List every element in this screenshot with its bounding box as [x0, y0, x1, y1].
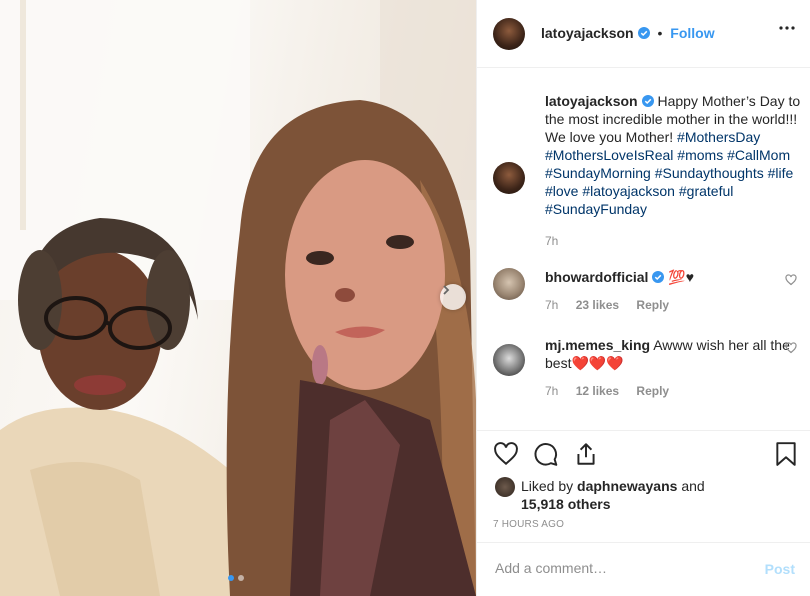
hashtag-link[interactable]: #grateful [679, 183, 733, 199]
comment-input[interactable] [493, 559, 747, 577]
hashtag-link[interactable]: #Sundaythoughts [655, 165, 764, 181]
hashtag-link[interactable]: #CallMom [727, 147, 790, 163]
liked-by-label: Liked by [521, 478, 574, 494]
reply-button[interactable]: Reply [636, 298, 669, 312]
share-icon[interactable] [573, 441, 599, 467]
comment-meta: 7h 23 likes Reply [545, 296, 803, 314]
hashtag-link[interactable]: #love [545, 183, 578, 199]
post-timestamp[interactable]: 7 HOURS AGO [493, 519, 564, 530]
post-comment-button[interactable]: Post [765, 561, 795, 577]
verified-badge-icon [641, 95, 654, 107]
commenter-avatar[interactable] [493, 344, 525, 376]
author-username[interactable]: latoyajackson [541, 25, 634, 41]
carousel-dot-2 [238, 575, 244, 581]
comment-time[interactable]: 7h [545, 384, 558, 398]
hashtag-link[interactable]: #SundayMorning [545, 165, 651, 181]
caption-avatar[interactable] [493, 162, 525, 194]
caption-meta: 7h [545, 232, 803, 250]
verified-badge-icon [637, 27, 650, 39]
heart-icon[interactable] [785, 274, 797, 286]
instagram-post: latoyajackson • Follow latoyajackson Hap… [0, 0, 810, 596]
carousel-indicator [228, 575, 244, 581]
carousel-dot-1 [228, 575, 234, 581]
post-photo[interactable] [0, 0, 476, 596]
comment-meta: 7h 12 likes Reply [545, 382, 803, 400]
reply-button[interactable]: Reply [636, 384, 669, 398]
comment-item: bhowardofficial 💯♥ 7h 23 likes Reply [493, 268, 803, 314]
comment-item: mj.memes_king Awww wish her all the best… [493, 336, 803, 400]
heart-icon[interactable] [493, 441, 519, 467]
verified-badge-icon [652, 271, 665, 283]
author-avatar[interactable] [493, 18, 525, 50]
more-icon[interactable] [779, 26, 795, 30]
liker-avatar[interactable] [495, 477, 515, 497]
post-header: latoyajackson • Follow [477, 0, 810, 68]
heart-icon[interactable] [785, 342, 797, 354]
liked-and-label: and [681, 478, 705, 494]
comment-time[interactable]: 7h [545, 298, 558, 312]
caption: latoyajackson Happy Mother’s Day to the … [493, 92, 803, 250]
comment-icon[interactable] [533, 441, 559, 467]
bookmark-icon[interactable] [775, 441, 797, 467]
caption-username[interactable]: latoyajackson [545, 93, 638, 109]
hashtag-link[interactable]: #SundayFunday [545, 201, 647, 217]
post-actions: Liked by daphnewayans and 15,918 others … [477, 430, 810, 543]
follow-button[interactable]: Follow [670, 25, 714, 41]
comment-text: 💯♥ [668, 269, 695, 285]
hashtag-link[interactable]: #moms [677, 147, 723, 163]
liker-username[interactable]: daphnewayans [577, 478, 677, 494]
separator-dot: • [657, 25, 663, 41]
comments-area: latoyajackson Happy Mother’s Day to the … [493, 92, 803, 400]
commenter-username[interactable]: bhowardofficial [545, 269, 648, 285]
comment-likes[interactable]: 12 likes [576, 384, 619, 398]
photo-illustration [0, 0, 476, 596]
likes-count[interactable]: 15,918 others [521, 496, 611, 512]
hashtag-link[interactable]: #latoyajackson [582, 183, 675, 199]
likes-summary: Liked by daphnewayans and 15,918 others [495, 477, 705, 513]
caption-time[interactable]: 7h [545, 234, 558, 248]
commenter-username[interactable]: mj.memes_king [545, 337, 650, 353]
hashtag-link[interactable]: #life [768, 165, 794, 181]
post-sidebar: latoyajackson • Follow latoyajackson Hap… [476, 0, 810, 596]
comment-likes[interactable]: 23 likes [576, 298, 619, 312]
hashtag-link[interactable]: #MothersDay [677, 129, 760, 145]
chevron-right-icon [443, 285, 450, 295]
next-photo-button[interactable] [440, 284, 466, 310]
add-comment-bar: Post [477, 542, 810, 596]
hashtag-link[interactable]: #MothersLoveIsReal [545, 147, 673, 163]
commenter-avatar[interactable] [493, 268, 525, 300]
